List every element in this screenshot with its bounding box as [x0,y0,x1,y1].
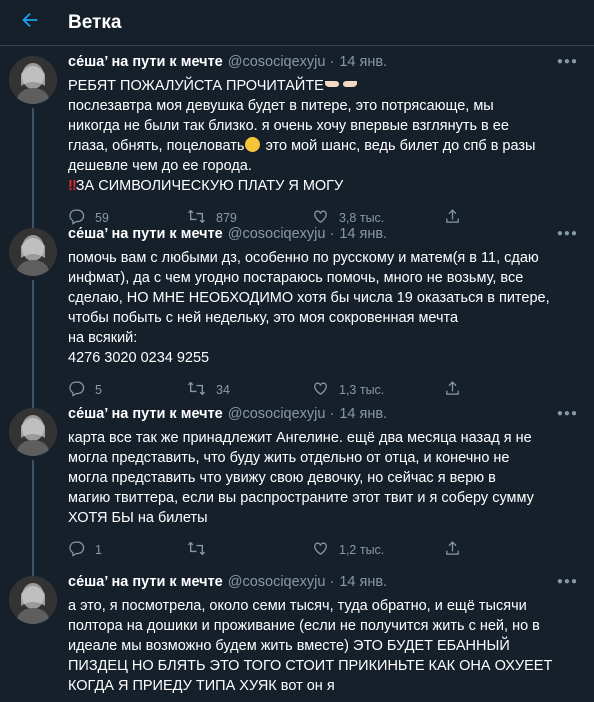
thread-line [32,280,34,408]
like-icon [312,380,329,400]
pointing-hands-emoji [324,76,358,96]
separator: · [329,574,335,590]
like-icon [312,540,329,560]
tweet-actions: 1 1,2 тыс. [68,540,578,560]
share-button[interactable] [444,380,461,400]
author-name[interactable]: се́ша’ на пути к мечте [68,226,223,242]
tweet-date[interactable]: 14 янв. [339,226,387,242]
like-button[interactable]: 1,2 тыс. [312,540,444,560]
retweet-icon [187,540,206,560]
tweet-date[interactable]: 14 янв. [339,574,387,590]
reply-button[interactable]: 5 [68,380,187,400]
separator: · [329,54,335,70]
author-name[interactable]: се́ша’ на пути к мечте [68,406,223,422]
avatar[interactable] [9,56,57,104]
reply-icon [68,540,85,560]
separator: · [329,406,335,422]
tweet-actions: 5 34 1,3 тыс. [68,380,578,400]
separator: · [329,226,335,242]
more-icon[interactable]: ●●● [557,576,578,587]
tweet-text: помочь вам с любыми дз, особенно по русс… [68,250,550,366]
author-name[interactable]: се́ша’ на пути к мечте [68,574,223,590]
tweet-date[interactable]: 14 янв. [339,54,387,70]
author-handle[interactable]: @cosociqexyju [228,226,326,242]
author-handle[interactable]: @cosociqexyju [228,406,326,422]
share-icon [444,380,461,400]
tweet-text: карта все так же принадлежит Ангелине. е… [68,430,534,526]
thread-line [32,108,34,228]
like-count: 1,2 тыс. [339,543,385,557]
retweet-count: 34 [216,383,230,397]
tweet-date[interactable]: 14 янв. [339,406,387,422]
tweet[interactable]: се́ша’ на пути к мечте @cosociqexyju · 1… [0,566,594,702]
header: Ветка [0,0,594,46]
retweet-icon [187,380,206,400]
thread-line [32,460,34,576]
avatar[interactable] [9,408,57,456]
author-handle[interactable]: @cosociqexyju [228,54,326,70]
double-exclamation-emoji: ‼ [68,178,77,194]
more-icon[interactable]: ●●● [557,56,578,67]
tweet-text: а это, я посмотрела, около семи тысяч, т… [68,598,553,694]
tweet-header: се́ша’ на пути к мечте @cosociqexyju · 1… [68,574,578,596]
share-icon [444,540,461,560]
tweet-text: РЕБЯТ ПОЖАЛУЙСТА ПРОЧИТАЙТЕ послезавтра … [68,76,536,194]
reply-count: 1 [95,543,102,557]
tweet[interactable]: се́ша’ на пути к мечте @cosociqexyju · 1… [0,398,594,576]
more-icon[interactable]: ●●● [557,228,578,239]
reply-button[interactable]: 1 [68,540,187,560]
author-handle[interactable]: @cosociqexyju [228,574,326,590]
tweet[interactable]: се́ша’ на пути к мечте @cosociqexyju · 1… [0,218,594,408]
retweet-button[interactable]: 34 [187,380,312,400]
tweet[interactable]: се́ша’ на пути к мечте @cosociqexyju · 1… [0,46,594,228]
reply-icon [68,380,85,400]
retweet-button[interactable] [187,540,312,560]
author-name[interactable]: се́ша’ на пути к мечте [68,54,223,70]
tweet-header: се́ша’ на пути к мечте @cosociqexyju · 1… [68,406,578,428]
page-title: Ветка [68,11,122,33]
tweet-header: се́ша’ на пути к мечте @cosociqexyju · 1… [68,226,578,248]
back-arrow-icon[interactable] [10,9,50,37]
smiling-face-emoji [245,137,261,152]
avatar[interactable] [9,228,57,276]
avatar[interactable] [9,576,57,624]
reply-count: 5 [95,383,102,397]
share-button[interactable] [444,540,461,560]
tweet-header: се́ша’ на пути к мечте @cosociqexyju · 1… [68,54,578,76]
like-button[interactable]: 1,3 тыс. [312,380,444,400]
like-count: 1,3 тыс. [339,383,385,397]
more-icon[interactable]: ●●● [557,408,578,419]
